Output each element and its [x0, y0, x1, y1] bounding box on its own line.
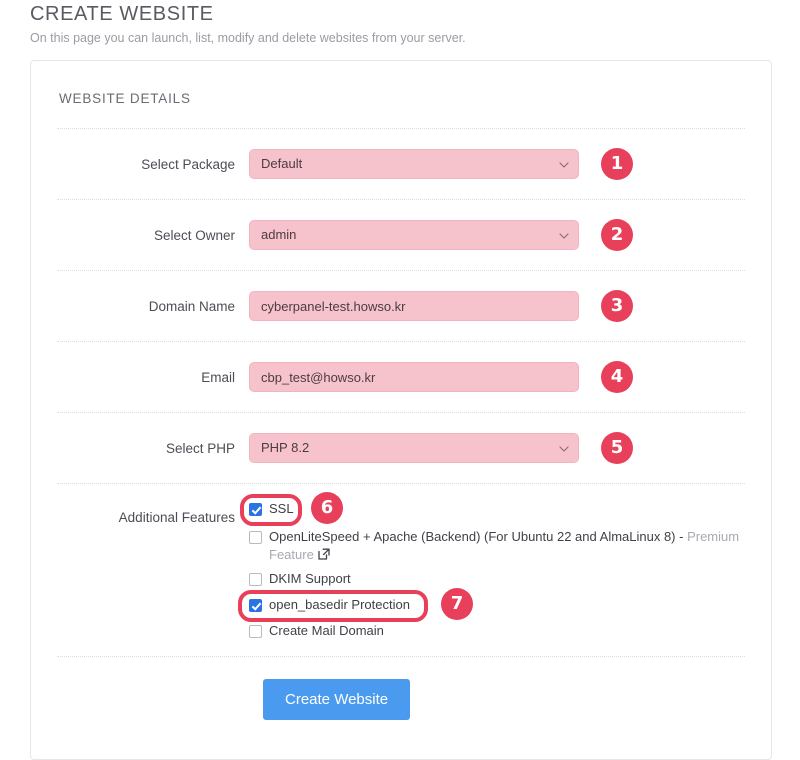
create-website-button[interactable]: Create Website	[263, 679, 411, 720]
ols-apache-text: OpenLiteSpeed + Apache (Backend) (For Ub…	[269, 529, 688, 544]
checkbox-label-ols-apache: OpenLiteSpeed + Apache (Backend) (For Ub…	[269, 528, 745, 564]
step-badge-7: 7	[441, 588, 473, 620]
label-select-php: Select PHP	[165, 440, 235, 456]
checkbox-ssl[interactable]	[249, 503, 262, 516]
card-title: WEBSITE DETAILS	[59, 91, 191, 106]
label-email: Email	[201, 369, 235, 385]
label-domain-name: Domain Name	[148, 298, 235, 314]
field-wrap-domain-name	[249, 291, 579, 321]
checkbox-row-ssl[interactable]: SSL 6	[240, 492, 745, 526]
step-badge-3: 3	[601, 290, 633, 322]
select-owner-dropdown[interactable]: admin	[249, 220, 579, 250]
step-badge-4: 4	[601, 361, 633, 393]
page-header: CREATE WEBSITE On this page you can laun…	[30, 2, 770, 46]
checkbox-label-mail-domain: Create Mail Domain	[269, 623, 384, 638]
checkbox-row-dkim[interactable]: DKIM Support	[249, 570, 745, 588]
domain-name-input[interactable]	[249, 291, 579, 321]
field-wrap-select-php: PHP 8.2	[249, 433, 579, 463]
submit-row: Create Website	[57, 656, 745, 720]
step-badge-5: 5	[601, 432, 633, 464]
additional-features-list: SSL 6 OpenLiteSpeed + Apache (Backend) (…	[238, 484, 745, 656]
label-select-owner: Select Owner	[153, 227, 235, 243]
page-title: CREATE WEBSITE	[30, 3, 214, 25]
field-wrap-select-owner: admin	[249, 220, 579, 250]
checkbox-row-mail-domain[interactable]: Create Mail Domain	[249, 622, 745, 640]
select-php-dropdown[interactable]: PHP 8.2	[249, 433, 579, 463]
checkbox-mail-domain[interactable]	[249, 625, 262, 638]
form-row-select-package: Select Package Default 1	[57, 128, 745, 199]
field-wrap-select-package: Default	[249, 149, 579, 179]
step-badge-6: 6	[311, 492, 343, 524]
checkbox-label-open-basedir: open_basedir Protection	[269, 597, 410, 612]
form-row-email: Email 4	[57, 341, 745, 412]
website-details-card: WEBSITE DETAILS Select Package Default 1…	[30, 60, 772, 760]
form-row-select-php: Select PHP PHP 8.2 5	[57, 412, 745, 483]
step-badge-2: 2	[601, 219, 633, 251]
page-subtitle: On this page you can launch, list, modif…	[30, 31, 466, 45]
checkbox-ols-apache[interactable]	[249, 531, 262, 544]
checkbox-label-dkim: DKIM Support	[269, 571, 351, 586]
form-row-additional-features: Additional Features SSL 6 OpenLiteSpeed …	[57, 483, 745, 656]
select-package-dropdown[interactable]: Default	[249, 149, 579, 179]
checkbox-label-ssl: SSL	[269, 501, 294, 516]
checkbox-dkim[interactable]	[249, 573, 262, 586]
external-link-icon[interactable]	[317, 547, 331, 561]
step-badge-1: 1	[601, 148, 633, 180]
form-row-select-owner: Select Owner admin 2	[57, 199, 745, 270]
form-row-domain-name: Domain Name 3	[57, 270, 745, 341]
label-select-package: Select Package	[141, 156, 235, 172]
field-wrap-email	[249, 362, 579, 392]
checkbox-row-open-basedir[interactable]: open_basedir Protection 7	[238, 588, 745, 622]
label-additional-features: Additional Features	[118, 510, 235, 525]
checkbox-open-basedir[interactable]	[249, 599, 262, 612]
create-website-form: Select Package Default 1 Select Owner ad…	[31, 128, 771, 720]
checkbox-row-ols-apache[interactable]: OpenLiteSpeed + Apache (Backend) (For Ub…	[249, 528, 745, 564]
email-input[interactable]	[249, 362, 579, 392]
